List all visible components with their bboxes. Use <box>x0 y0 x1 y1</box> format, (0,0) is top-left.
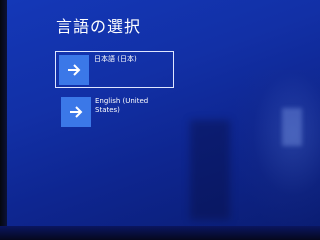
setup-screen: 言語の選択 日本語 (日本) English (United States) <box>0 0 320 240</box>
language-tile <box>61 97 91 127</box>
page-title: 言語の選択 <box>56 17 142 36</box>
monitor-bezel-bottom <box>0 226 320 240</box>
language-option-japanese[interactable]: 日本語 (日本) <box>55 51 174 88</box>
screen-reflection <box>230 70 320 230</box>
screen-reflection-highlight <box>282 108 302 146</box>
screen-reflection-shadow <box>190 120 230 220</box>
language-label: 日本語 (日本) <box>94 55 137 63</box>
arrow-right-icon <box>68 64 81 76</box>
language-option-english[interactable]: English (United States) <box>55 96 174 133</box>
language-tile <box>59 55 89 85</box>
monitor-bezel-left <box>0 0 7 240</box>
language-label: English (United States) <box>95 97 149 114</box>
arrow-right-icon <box>70 106 83 118</box>
